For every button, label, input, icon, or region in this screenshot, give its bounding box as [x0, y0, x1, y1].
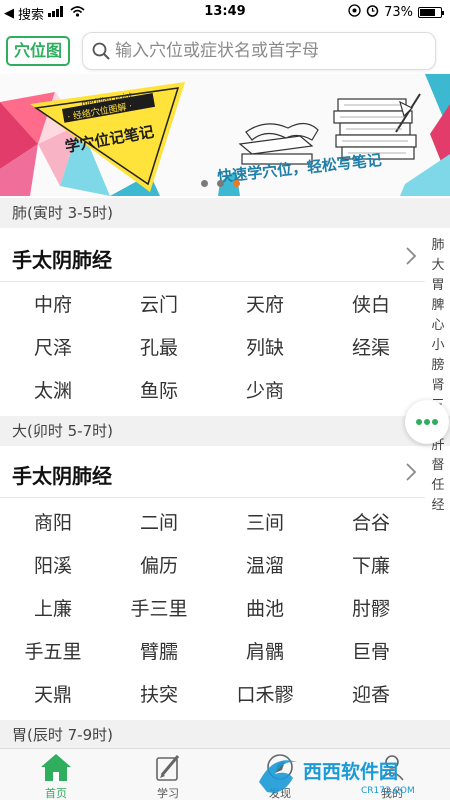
acupoint-item[interactable]: 下廉 — [318, 545, 424, 588]
acupoint-item[interactable]: 三间 — [212, 502, 318, 545]
status-bar: ◀ 搜索 13:49 73% — [0, 0, 450, 24]
acupoint-item[interactable]: 曲池 — [212, 588, 318, 631]
side-index-bar[interactable]: 肺大胃脾心小膀肾三胆肝督任经 — [428, 236, 448, 516]
tab-study[interactable]: 学习 — [112, 749, 224, 800]
acupoint-grid: 商阳 二间 三间 合谷阳溪 偏历 温溜 下廉上廉 手三里 曲池 肘髎手五里 臂臑 肩髃 巨骨天鼎 扶突 口禾… — [0, 502, 425, 717]
acupoint-item[interactable]: 阳溪 — [0, 545, 106, 588]
side-index-item[interactable]: 督 — [431, 456, 444, 476]
acupoint-item[interactable]: 商阳 — [0, 502, 106, 545]
carousel-dot[interactable] — [217, 180, 224, 187]
banner-carousel[interactable]: meridian point · 经络穴位图解 · 学穴位记笔记 快速学穴位，轻… — [0, 74, 450, 196]
acupoint-item[interactable]: 云门 — [106, 284, 212, 327]
side-index-item[interactable]: 肾 — [431, 376, 444, 396]
meridian-row[interactable]: 手太阴肺经 — [0, 448, 425, 498]
watermark-brand: 西西软件园 — [303, 760, 398, 783]
section-header-large-intestine: 大(卯时 5-7时) — [0, 416, 450, 446]
acupoint-item[interactable]: 经渠 — [318, 327, 424, 370]
acupoint-item[interactable]: 口禾髎 — [212, 674, 318, 717]
acupoint-item[interactable]: 偏历 — [106, 545, 212, 588]
tab-label: 首页 — [45, 787, 67, 800]
battery-percent: 73% — [384, 5, 413, 20]
app-logo[interactable]: 穴位图 — [6, 36, 70, 66]
meridian-name: 手太阴肺经 — [12, 248, 112, 272]
section-header-stomach: 胃(辰时 7-9时) — [0, 720, 450, 750]
search-icon — [92, 42, 110, 64]
acupoint-item[interactable]: 天鼎 — [0, 674, 106, 717]
side-index-item[interactable]: 小 — [431, 336, 444, 356]
more-floating-button[interactable] — [405, 400, 449, 444]
acupoint-item[interactable]: 肩髃 — [212, 631, 318, 674]
meridian-row[interactable]: 手太阴肺经 — [0, 232, 425, 282]
search-input[interactable] — [115, 39, 425, 63]
battery-icon — [418, 7, 444, 18]
acupoint-item[interactable]: 孔最 — [106, 327, 212, 370]
acupoint-item[interactable]: 肘髎 — [318, 588, 424, 631]
home-icon — [40, 752, 72, 782]
acupoint-item[interactable]: 太渊 — [0, 370, 106, 413]
acupoint-grid: 中府 云门 天府 侠白尺泽 孔最 列缺 经渠太渊 鱼际 少商 — [0, 284, 425, 413]
side-index-item[interactable]: 胃 — [431, 276, 444, 296]
side-index-item[interactable]: 脾 — [431, 296, 444, 316]
tab-label: 学习 — [157, 787, 179, 800]
carousel-indicator[interactable] — [201, 180, 240, 187]
acupoint-item[interactable]: 巨骨 — [318, 631, 424, 674]
acupoint-item[interactable]: 侠白 — [318, 284, 424, 327]
header-bar: 穴位图 — [0, 28, 450, 74]
acupoint-item[interactable]: 上廉 — [0, 588, 106, 631]
side-index-item[interactable]: 经 — [431, 496, 444, 516]
pencil-icon — [152, 752, 184, 782]
status-right: 73% — [348, 4, 444, 21]
acupoint-item[interactable]: 扶突 — [106, 674, 212, 717]
acupoint-item[interactable]: 中府 — [0, 284, 106, 327]
side-index-item[interactable]: 大 — [431, 256, 444, 276]
chevron-right-icon — [405, 462, 417, 482]
acupoint-item[interactable]: 少商 — [212, 370, 318, 413]
acupoint-item[interactable]: 温溜 — [212, 545, 318, 588]
carousel-dot-active[interactable] — [233, 180, 240, 187]
orientation-lock-icon — [348, 4, 361, 21]
banner-illustration: meridian point · 经络穴位图解 · 学穴位记笔记 快速学穴位，轻… — [0, 74, 450, 196]
acupoint-item[interactable]: 尺泽 — [0, 327, 106, 370]
acupoint-item[interactable]: 臂臑 — [106, 631, 212, 674]
alarm-icon — [366, 4, 379, 21]
acupoint-item[interactable]: 迎香 — [318, 674, 424, 717]
meridian-name: 手太阴肺经 — [12, 464, 112, 488]
acupoint-item[interactable]: 列缺 — [212, 327, 318, 370]
chevron-right-icon — [405, 246, 417, 266]
watermark-domain: CR173.COM — [361, 786, 415, 796]
side-index-item[interactable]: 膀 — [431, 356, 444, 376]
tab-home[interactable]: 首页 — [0, 749, 112, 800]
acupoint-item[interactable]: 天府 — [212, 284, 318, 327]
acupoint-item[interactable]: 手五里 — [0, 631, 106, 674]
search-box[interactable] — [82, 32, 436, 70]
side-index-item[interactable]: 肺 — [431, 236, 444, 256]
side-index-item[interactable]: 心 — [431, 316, 444, 336]
acupoint-item[interactable]: 合谷 — [318, 502, 424, 545]
acupoint-item[interactable]: 二间 — [106, 502, 212, 545]
carousel-dot[interactable] — [201, 180, 208, 187]
acupoint-item[interactable]: 鱼际 — [106, 370, 212, 413]
section-header-lung: 肺(寅时 3-5时) — [0, 198, 450, 228]
acupoint-item[interactable]: 手三里 — [106, 588, 212, 631]
side-index-item[interactable]: 任 — [431, 476, 444, 496]
site-watermark: 西西软件园 CR173.COM — [259, 760, 415, 796]
